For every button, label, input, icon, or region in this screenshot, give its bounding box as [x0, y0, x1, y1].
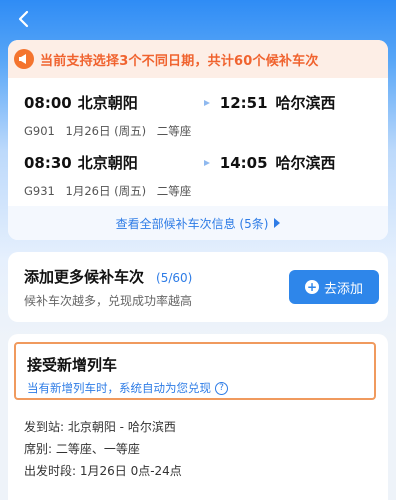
add-more-card: 添加更多候补车次 (5/60) 候补车次越多，兑现成功率越高 + 去添加 — [8, 252, 388, 322]
train-item[interactable]: 08:00 北京朝阳 12:51 哈尔滨西 G901 1月26日 (周五) 二等… — [24, 92, 374, 139]
waitlist-trains-card: 当前支持选择3个不同日期，共计60个候补车次 08:00 北京朝阳 12:51 … — [8, 40, 388, 240]
add-button[interactable]: + 去添加 — [289, 270, 379, 304]
accept-new-trains-option[interactable]: 接受新增列车 当有新增列车时，系统自动为您兑现 ? — [14, 342, 376, 400]
seat-class: 二等座 — [156, 124, 192, 138]
train-item[interactable]: 08:30 北京朝阳 14:05 哈尔滨西 G931 1月26日 (周五) 二等… — [24, 152, 374, 199]
train-number: G901 — [24, 124, 55, 138]
period-info: 出发时段: 1月26日 0点-24点 — [24, 464, 182, 478]
caret-right-icon — [274, 218, 281, 228]
seat-info: 席别: 二等座、一等座 — [24, 442, 140, 456]
arrive-station: 哈尔滨西 — [275, 94, 336, 112]
add-more-subtitle: 候补车次越多，兑现成功率越高 — [24, 294, 193, 308]
notice-text: 当前支持选择3个不同日期，共计60个候补车次 — [40, 53, 319, 69]
add-more-title: 添加更多候补车次 — [24, 268, 145, 286]
depart-time: 08:30 — [24, 153, 72, 172]
see-all-waitlist-link[interactable]: 查看全部候补车次信息 (5条) — [8, 206, 388, 240]
add-button-label: 去添加 — [323, 281, 363, 297]
train-date: 1月26日 (周五) — [65, 124, 147, 138]
plus-circle-icon: + — [304, 280, 319, 294]
depart-station: 北京朝阳 — [77, 154, 138, 172]
arrow-right-icon — [153, 99, 210, 106]
megaphone-icon — [14, 49, 34, 69]
add-more-title-row: 添加更多候补车次 (5/60) — [24, 266, 192, 287]
arrow-right-icon — [153, 159, 210, 166]
chevron-left-icon — [18, 10, 29, 28]
arrive-time: 12:51 — [219, 93, 268, 112]
see-all-label: 查看全部候补车次信息 (5条) — [115, 216, 269, 231]
arrive-station: 哈尔滨西 — [275, 154, 336, 172]
back-button[interactable] — [14, 9, 34, 29]
accept-new-trains-card: 接受新增列车 当有新增列车时，系统自动为您兑现 ? 发到站: 北京朝阳 - 哈尔… — [8, 334, 388, 500]
depart-station: 北京朝阳 — [77, 94, 138, 112]
seat-class: 二等座 — [156, 184, 192, 198]
accept-new-subtitle: 当有新增列车时，系统自动为您兑现 — [27, 381, 211, 395]
notice-banner: 当前支持选择3个不同日期，共计60个候补车次 — [8, 40, 388, 78]
train-number: G931 — [24, 184, 55, 198]
depart-time: 08:00 — [24, 93, 72, 112]
arrive-time: 14:05 — [219, 153, 268, 172]
station-info: 发到站: 北京朝阳 - 哈尔滨西 — [24, 420, 176, 434]
accept-new-subtitle-row: 当有新增列车时，系统自动为您兑现 ? — [27, 380, 228, 396]
accept-new-title: 接受新增列车 — [27, 356, 118, 374]
add-more-count: (5/60) — [156, 271, 193, 285]
train-date: 1月26日 (周五) — [65, 184, 147, 198]
question-circle-icon[interactable]: ? — [215, 381, 228, 395]
